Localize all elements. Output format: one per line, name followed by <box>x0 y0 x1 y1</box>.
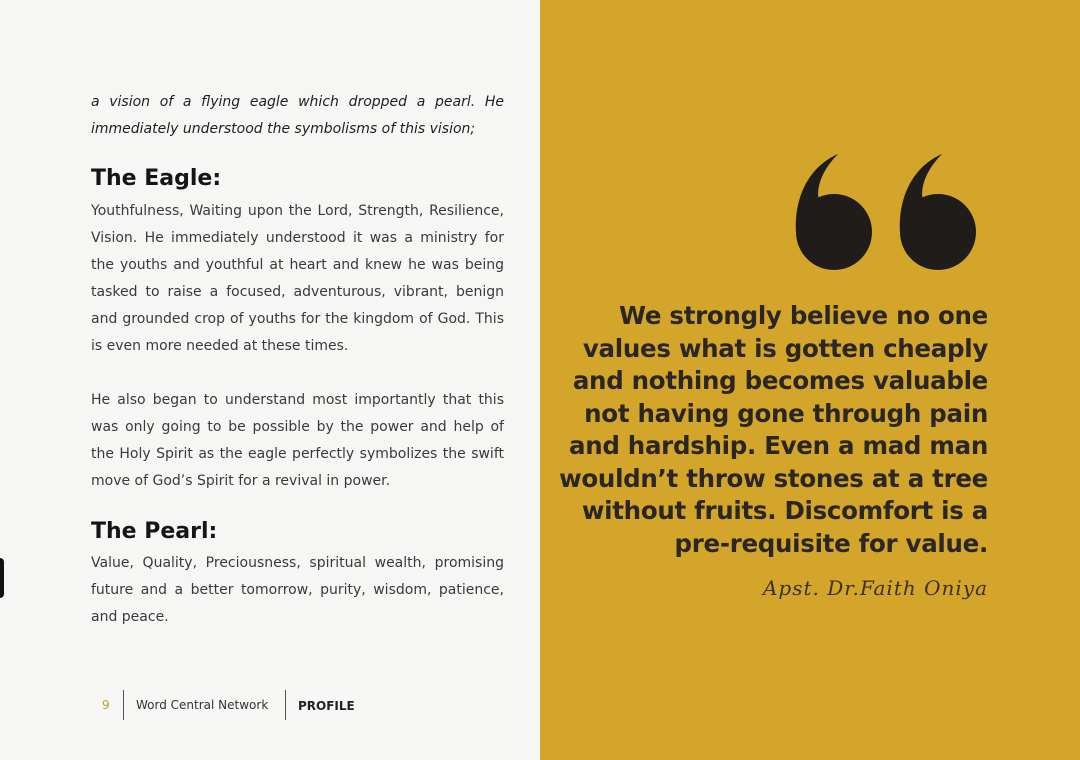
eagle-paragraph-2: He also began to understand most importa… <box>91 392 504 489</box>
eagle-heading: The Eagle: <box>91 166 222 191</box>
pearl-paragraph: Value, Quality, Preciousness, spiritual … <box>91 555 504 625</box>
page-number: 9 <box>102 698 110 712</box>
footer-section: PROFILE <box>298 699 355 713</box>
footer-divider <box>285 690 286 720</box>
footer-divider <box>123 690 124 720</box>
quote-author-signature: Apst. Dr.Faith Oniya <box>762 576 988 600</box>
eagle-paragraph-1: Youthfulness, Waiting upon the Lord, Str… <box>91 203 504 354</box>
quote-text: We strongly believe no one values what i… <box>559 301 988 558</box>
quote-marks-icon <box>795 154 976 270</box>
intro-line-2: immediately understood the symbolisms of… <box>91 121 476 137</box>
pearl-heading: The Pearl: <box>91 519 218 544</box>
page-edge-mark <box>0 558 4 598</box>
footer-organization: Word Central Network <box>136 698 269 712</box>
intro-text: a vision of a flying eagle which dropped… <box>91 89 504 143</box>
left-page: a vision of a flying eagle which dropped… <box>0 0 540 760</box>
intro-line-1: a vision of a flying eagle which dropped… <box>91 94 504 110</box>
